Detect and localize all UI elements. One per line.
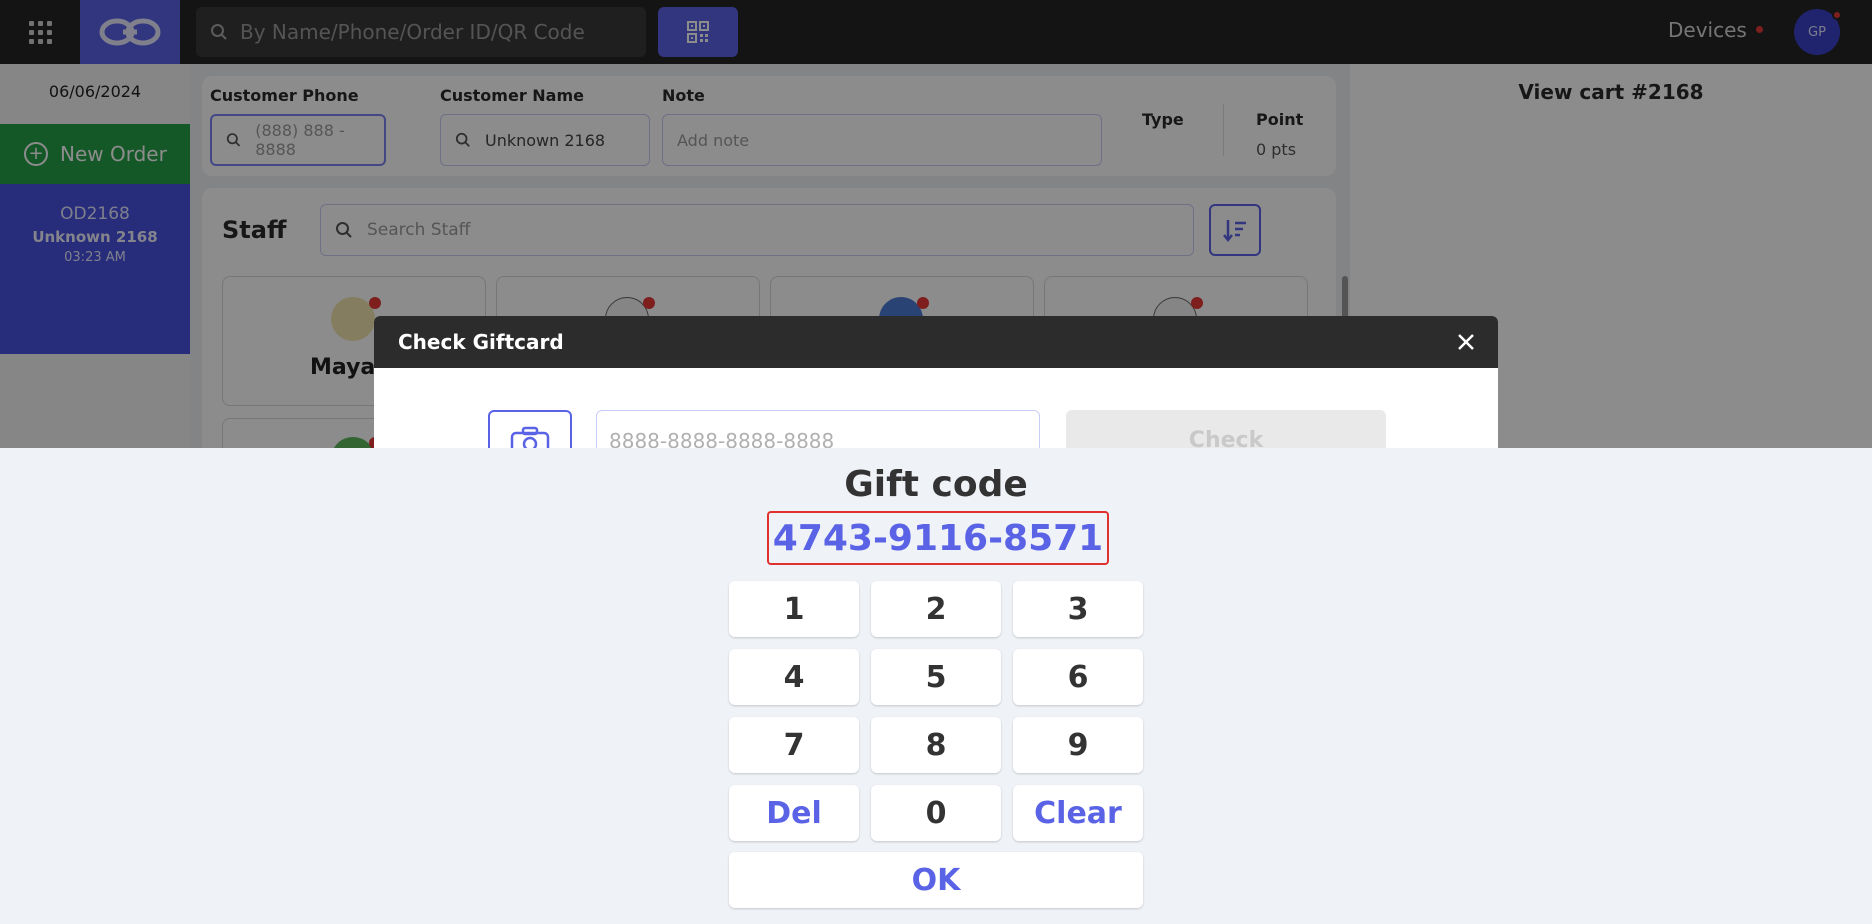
key-5[interactable]: 5 (871, 649, 1001, 705)
gift-code-title: Gift code (844, 464, 1028, 505)
key-1[interactable]: 1 (729, 581, 859, 637)
close-icon[interactable] (1454, 330, 1478, 354)
modal-title: Check Giftcard (398, 330, 564, 354)
ok-button[interactable]: OK (729, 852, 1143, 908)
key-0[interactable]: 0 (871, 785, 1001, 841)
key-3[interactable]: 3 (1013, 581, 1143, 637)
delete-key[interactable]: Del (729, 785, 859, 841)
modal-header: Check Giftcard (374, 316, 1498, 368)
key-4[interactable]: 4 (729, 649, 859, 705)
key-2[interactable]: 2 (871, 581, 1001, 637)
key-6[interactable]: 6 (1013, 649, 1143, 705)
clear-key[interactable]: Clear (1013, 785, 1143, 841)
key-9[interactable]: 9 (1013, 717, 1143, 773)
key-7[interactable]: 7 (729, 717, 859, 773)
gift-code-keypad-sheet: Gift code 4743-9116-8571 1 2 3 4 5 6 7 8… (0, 448, 1872, 924)
key-8[interactable]: 8 (871, 717, 1001, 773)
gift-code-display: 4743-9116-8571 (767, 511, 1109, 565)
